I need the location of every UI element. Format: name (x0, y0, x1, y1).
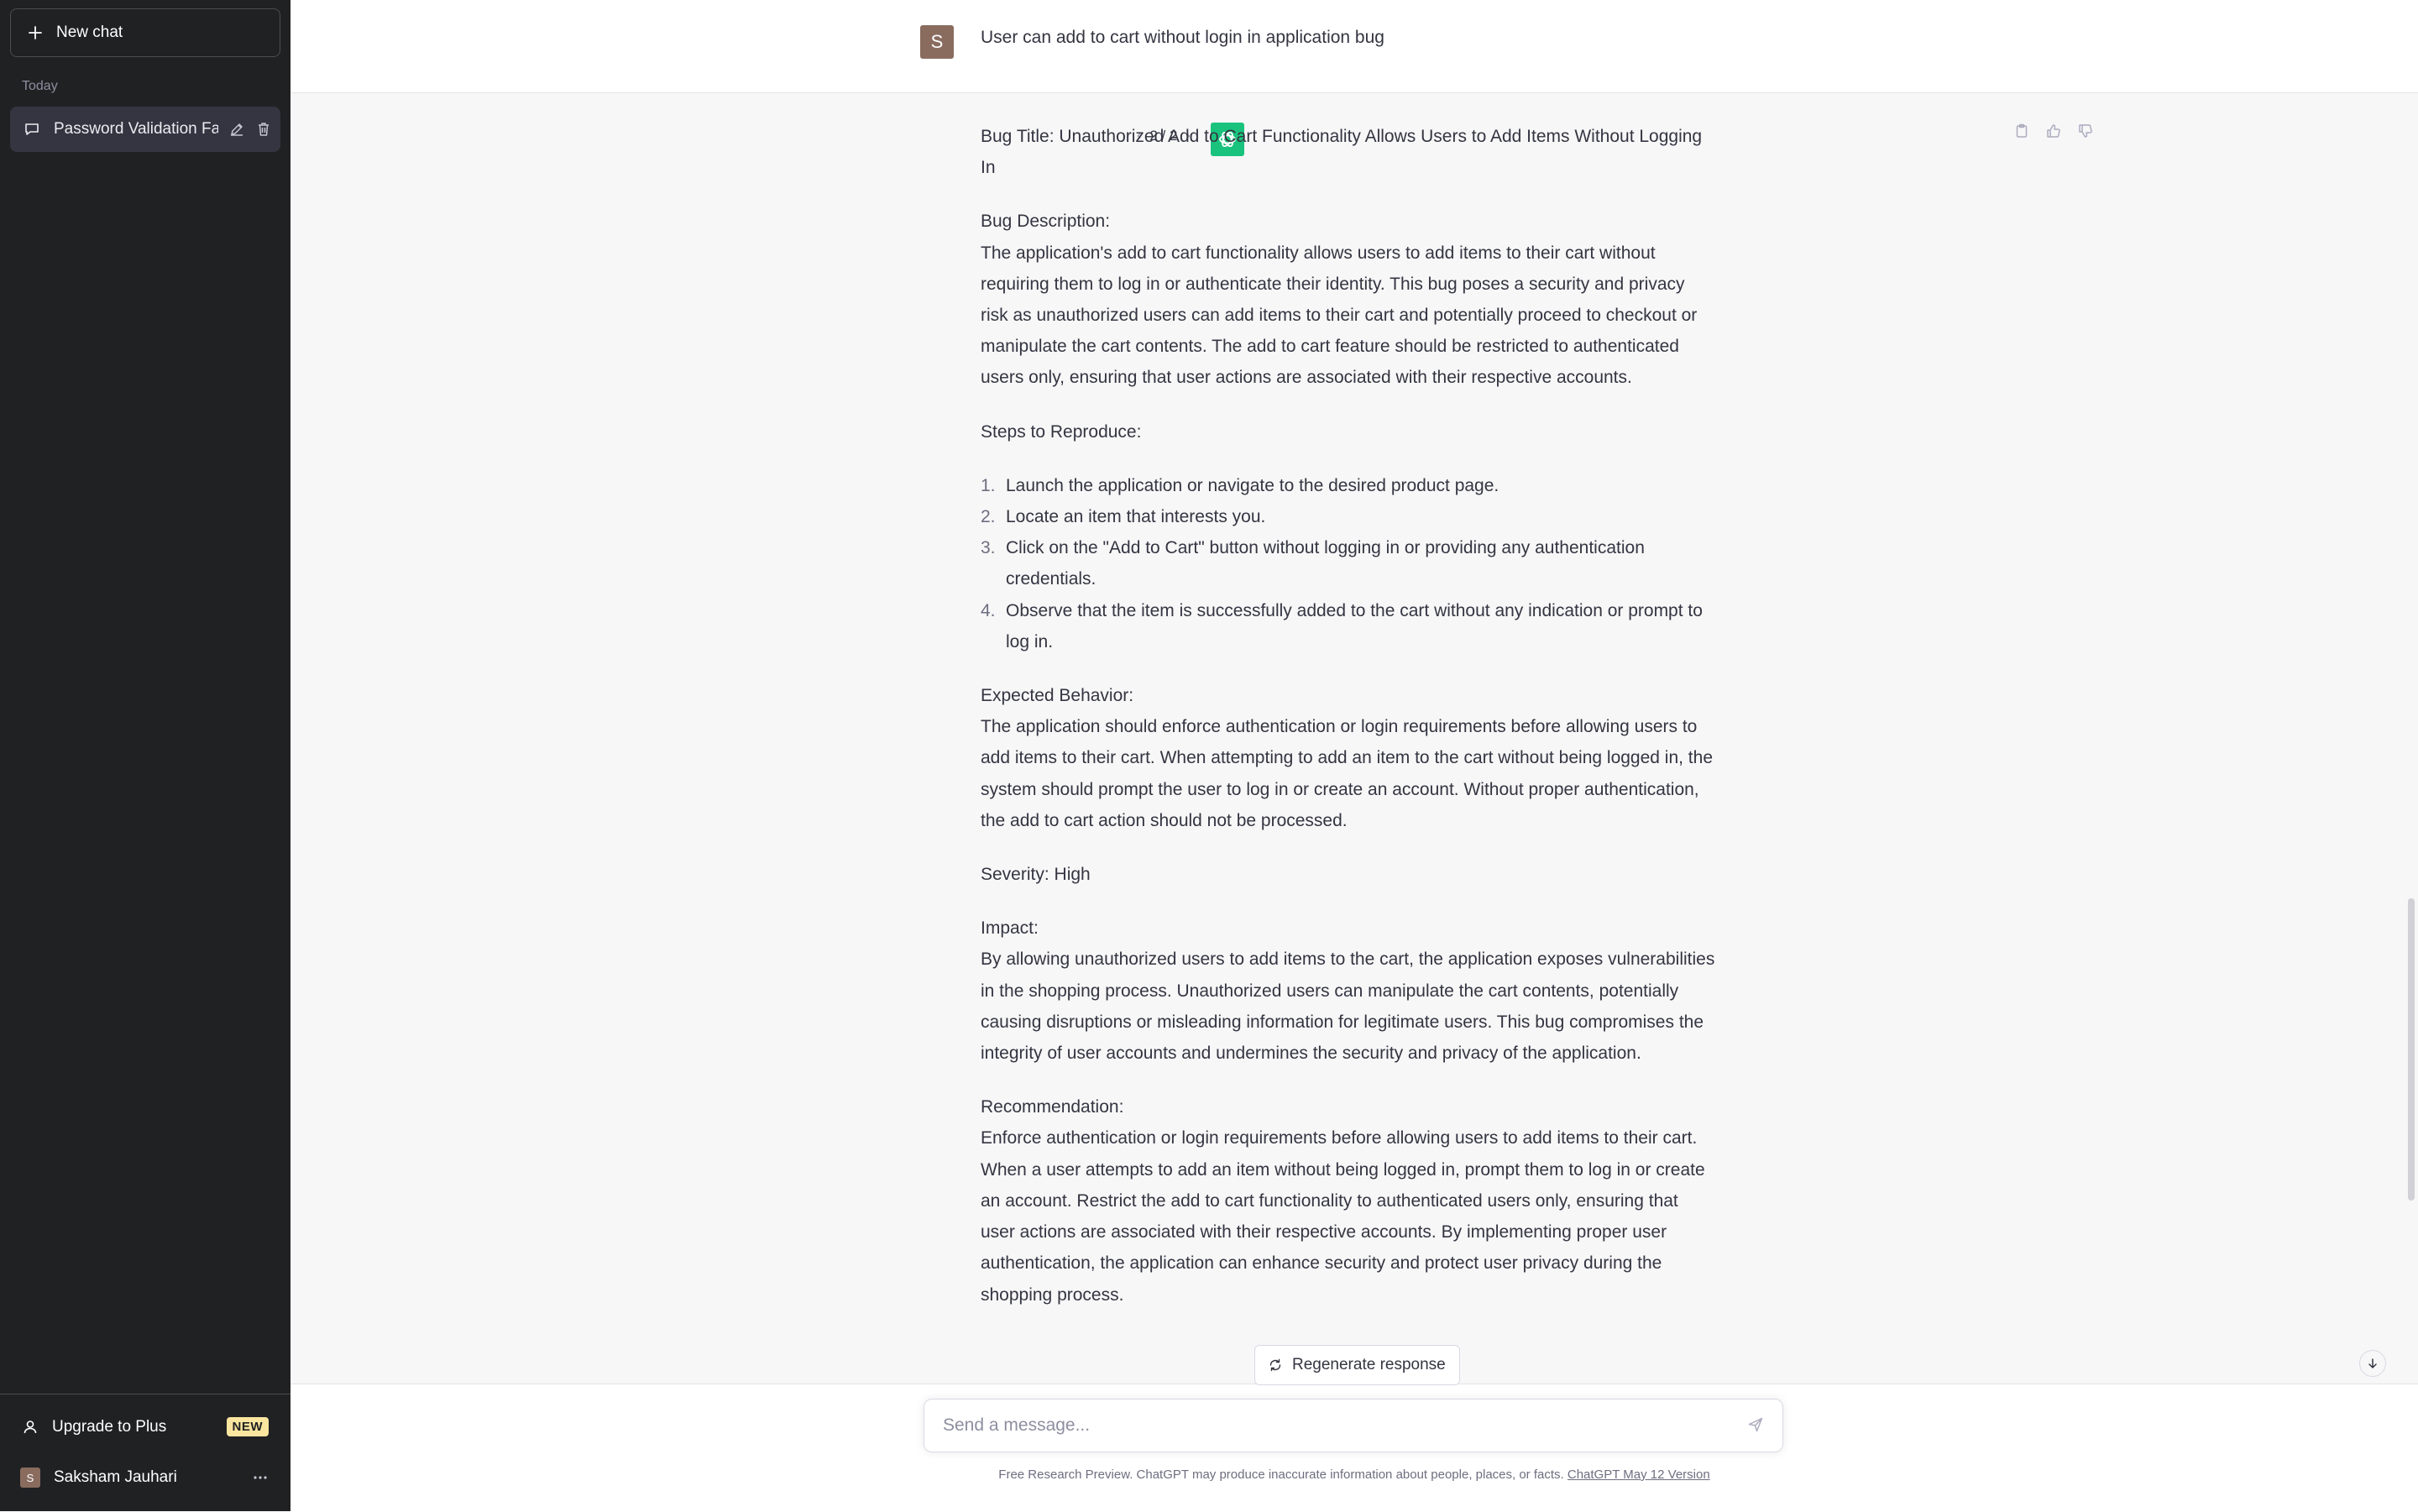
user-icon (22, 1419, 39, 1436)
step-text: Observe that the item is successfully ad… (1006, 600, 1703, 651)
impact-heading: Impact: (981, 918, 1039, 939)
recommendation-text: Enforce authentication or login requirem… (981, 1128, 1705, 1305)
list-item: 2. Locate an item that interests you. (981, 501, 1716, 532)
step-number: 3. (981, 538, 996, 558)
description-block: Bug Description: The application's add t… (981, 206, 1716, 393)
user-name: Saksham Jauhari (54, 1468, 177, 1486)
list-item: 3. Click on the "Add to Cart" button with… (981, 532, 1716, 594)
impact-block: Impact: By allowing unauthorized users t… (981, 913, 1716, 1069)
thumbs-down-icon[interactable] (2077, 123, 2094, 139)
avatar: S (20, 1468, 40, 1488)
list-item: 4. Observe that the item is successfully … (981, 595, 1716, 657)
list-item: 1. Launch the application or navigate to … (981, 470, 1716, 501)
refresh-icon (1269, 1358, 1282, 1372)
regenerate-button[interactable]: Regenerate response (1254, 1345, 1460, 1385)
user-message-text: User can add to cart without login in ap… (981, 28, 1384, 47)
user-avatar: S (920, 25, 954, 59)
severity-text: Severity: High (981, 865, 1091, 885)
user-menu-button[interactable]: S Saksham Jauhari (10, 1459, 280, 1496)
expected-text: The application should enforce authentic… (981, 717, 1714, 830)
assistant-answer: Bug Title: Unauthorized Add to Cart Func… (981, 121, 1716, 1333)
new-chat-label: New chat (56, 24, 123, 41)
arrow-down-icon (2367, 1358, 2379, 1369)
impact-text: By allowing unauthorized users to add it… (981, 950, 1715, 1064)
step-number: 2. (981, 507, 996, 527)
user-message-row: S User can add to cart without login in … (290, 0, 2418, 93)
message-composer (924, 1399, 1783, 1452)
footer-disclaimer: Free Research Preview. ChatGPT may produ… (290, 1468, 2418, 1482)
chat-bubble-icon (24, 121, 40, 138)
steps-heading: Steps to Reproduce: (981, 421, 1142, 442)
chat-title: Password Validation Fai (54, 120, 218, 138)
section-label-today: Today (22, 79, 58, 93)
description-text: The application's add to cart functional… (981, 243, 1698, 388)
step-number: 1. (981, 475, 996, 495)
sidebar-chat-item[interactable]: Password Validation Fai (10, 107, 280, 152)
ellipsis-icon[interactable] (252, 1469, 269, 1486)
recommendation-heading: Recommendation: (981, 1097, 1124, 1117)
step-text: Click on the "Add to Cart" button withou… (1006, 538, 1645, 589)
version-link[interactable]: ChatGPT May 12 Version (1568, 1468, 1710, 1482)
step-number: 4. (981, 600, 996, 620)
steps-list: 1. Launch the application or navigate to … (981, 470, 1716, 657)
expected-block: Expected Behavior: The application shoul… (981, 680, 1716, 836)
upgrade-to-plus-button[interactable]: Upgrade to Plus NEW (10, 1409, 280, 1446)
clipboard-icon[interactable] (2013, 123, 2030, 139)
description-heading: Bug Description: (981, 212, 1111, 232)
plus-icon (28, 25, 43, 40)
pencil-icon[interactable] (228, 121, 245, 138)
step-text: Locate an item that interests you. (1006, 507, 1266, 527)
bug-title: Bug Title: Unauthorized Add to Cart Func… (981, 127, 1703, 178)
scrollbar-thumb[interactable] (2408, 898, 2415, 1201)
message-actions (2013, 123, 2094, 139)
message-input[interactable] (941, 1400, 1717, 1452)
upgrade-label: Upgrade to Plus (52, 1418, 167, 1436)
new-chat-button[interactable]: New chat (10, 8, 280, 57)
expected-heading: Expected Behavior: (981, 686, 1134, 706)
thumbs-up-icon[interactable] (2045, 123, 2062, 139)
step-text: Launch the application or navigate to th… (1006, 475, 1499, 495)
scroll-to-bottom-button[interactable] (2359, 1350, 2386, 1377)
trash-icon[interactable] (255, 121, 272, 138)
paper-plane-icon[interactable] (1747, 1416, 1764, 1433)
recommendation-block: Recommendation: Enforce authentication o… (981, 1091, 1716, 1310)
regenerate-label: Regenerate response (1292, 1356, 1446, 1373)
new-badge: NEW (226, 1417, 269, 1436)
sidebar: New chat Today Password Validation Fai U… (0, 0, 290, 1511)
footer-text: Free Research Preview. ChatGPT may produ… (998, 1468, 1568, 1482)
